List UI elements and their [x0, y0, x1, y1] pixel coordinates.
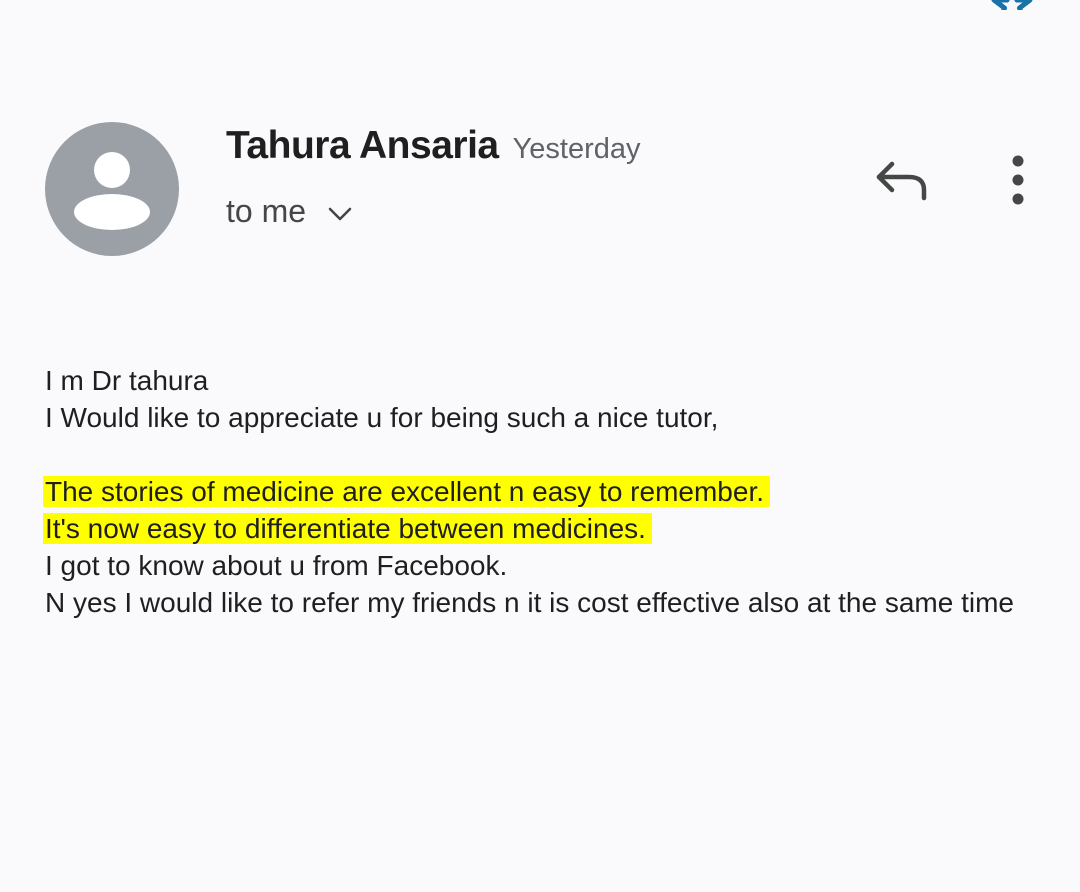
sender-name: Tahura Ansaria: [226, 124, 499, 167]
highlighted-line: It's now easy to differentiate between m…: [43, 513, 652, 544]
more-vert-icon: [1012, 155, 1024, 205]
reply-button[interactable]: [870, 152, 932, 208]
chevron-down-icon: [328, 206, 352, 227]
recipient-text: to me: [226, 193, 307, 229]
message-time: Yesterday: [512, 133, 641, 165]
body-line: I m Dr tahura: [45, 365, 209, 396]
reply-icon: [876, 161, 927, 201]
body-line: I got to know about u from Facebook.: [45, 550, 508, 581]
body-line: N yes I would like to refer my friends n…: [45, 587, 1014, 618]
person-avatar-icon: [74, 152, 150, 230]
sender-avatar[interactable]: [45, 122, 179, 256]
body-line: I Would like to appreciate u for being s…: [45, 402, 719, 433]
star-icon[interactable]: [990, 0, 1034, 10]
highlighted-line: The stories of medicine are excellent n …: [43, 476, 771, 507]
more-options-button[interactable]: [996, 152, 1040, 208]
recipient-details-toggle[interactable]: to me: [226, 193, 352, 230]
email-body: I m Dr tahura I Would like to appreciate…: [43, 362, 1035, 621]
sender-line: Tahura Ansaria Yesterday: [226, 124, 641, 168]
